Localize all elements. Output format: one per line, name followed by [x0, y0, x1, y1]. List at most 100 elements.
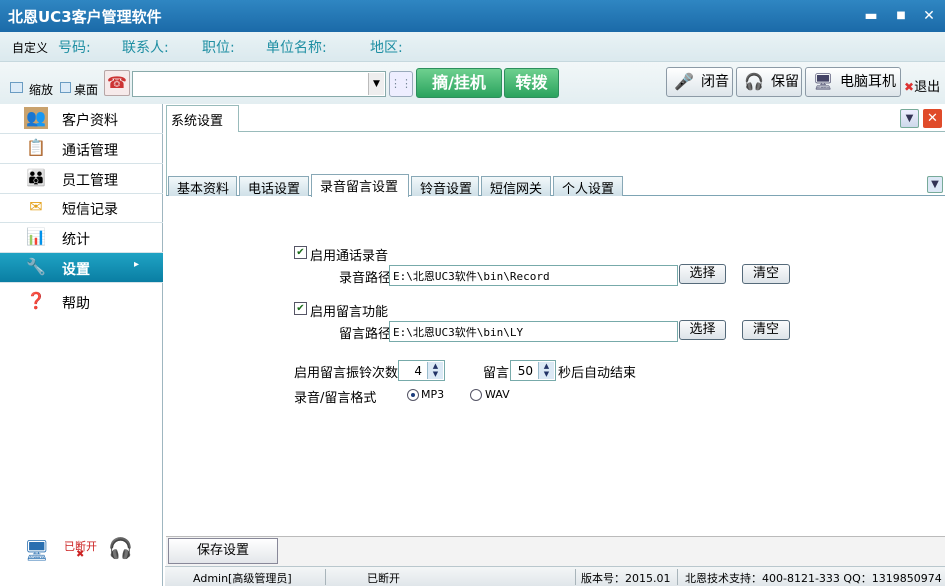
voicemail-path-input[interactable]: E:\北恩UC3软件\bin\LY [389, 321, 678, 342]
tab-ringtone-settings[interactable]: 铃音设置 [411, 176, 479, 197]
computer-icon: 🖥 [24, 538, 50, 562]
message-seconds-stepper[interactable]: 50 ▲ ▼ [510, 360, 556, 381]
position-label: 职位: [202, 40, 235, 56]
staff-icon: 👪 [26, 168, 46, 187]
desktop-icon[interactable] [60, 82, 71, 93]
sidebar-item-label: 客户资料 [62, 113, 118, 129]
sidebar-item-label: 员工管理 [62, 173, 118, 189]
wav-label[interactable]: WAV [485, 388, 510, 401]
title-bar: 北恩UC3客户管理软件 ▬ ■ ✕ [0, 0, 945, 32]
keypad-icon[interactable]: ⋮⋮ [389, 71, 413, 97]
tab-personal-settings[interactable]: 个人设置 [553, 176, 623, 197]
close-window-button[interactable]: ✕ [918, 6, 940, 26]
pc-headset-label: 电脑耳机 [840, 74, 896, 90]
tab-phone-settings[interactable]: 电话设置 [239, 176, 309, 197]
status-divider [677, 569, 678, 585]
headset-icon: 🎧 [108, 536, 133, 560]
custom-button[interactable]: 自定义 [12, 39, 48, 56]
tab-system-settings[interactable]: 系统设置 [166, 105, 239, 132]
settings-icon: 🔧 [26, 257, 46, 276]
disconnect-x-icon: ✖ [76, 549, 85, 560]
sidebar-item-help[interactable]: ❓ 帮助 [0, 287, 163, 317]
save-bar [166, 536, 945, 566]
number-label: 号码: [58, 40, 91, 56]
sidebar-item-stats[interactable]: 📊 统计 [0, 223, 163, 253]
caller-info-bar: 自定义 号码: 联系人: 职位: 单位名称: 地区: [0, 32, 945, 62]
support-label: 北恩技术支持：400-8121-333 QQ：1319850974 [685, 572, 942, 585]
recording-path-input[interactable]: E:\北恩UC3软件\bin\Record [389, 265, 678, 286]
sidebar-item-staff[interactable]: 👪 员工管理 [0, 164, 163, 194]
ring-count-stepper[interactable]: 4 ▲ ▼ [398, 360, 445, 381]
mute-button[interactable]: 🎤 闭音 [666, 67, 733, 97]
recording-path-label: 录音路径 [339, 271, 392, 286]
clear-voicemail-path-button[interactable]: 清空 [742, 320, 790, 340]
contact-label: 联系人: [122, 40, 169, 56]
exit-label: 退出 [914, 80, 941, 95]
sidebar-item-label: 短信记录 [62, 202, 118, 218]
minimize-button[interactable]: ▬ [860, 6, 882, 26]
envelope-icon: ✉ [29, 197, 43, 216]
hold-label: 保留 [771, 74, 799, 90]
chevron-right-icon: ▸ [134, 259, 140, 270]
subtab-scroll-icon[interactable]: ▼ [927, 176, 943, 193]
sidebar-item-settings[interactable]: 🔧 设置 ▸ [0, 253, 163, 283]
format-label: 录音/留言格式 [294, 391, 377, 406]
sidebar-item-sms[interactable]: ✉ 短信记录 [0, 193, 163, 223]
save-settings-button[interactable]: 保存设置 [168, 538, 278, 564]
hold-button[interactable]: 🎧 保留 [736, 67, 802, 97]
enable-voicemail-label: 启用留言功能 [310, 305, 389, 320]
enable-voicemail-checkbox[interactable]: ✔ [294, 302, 307, 315]
transfer-button[interactable]: 转拨 [504, 68, 559, 98]
region-label: 地区: [370, 40, 403, 56]
mp3-label[interactable]: MP3 [421, 388, 444, 401]
chevron-down-icon[interactable]: ▼ [900, 109, 919, 128]
window-title: 北恩UC3客户管理软件 [8, 8, 162, 26]
mp3-radio[interactable] [407, 389, 419, 401]
connection-indicator: 🖥 已断开 ✖ 🎧 [24, 534, 134, 568]
sidebar-item-label: 通话管理 [62, 143, 118, 159]
dial-dropdown-icon[interactable]: ▼ [368, 73, 384, 95]
connection-status: 已断开 [367, 572, 400, 585]
sidebar-item-label: 帮助 [62, 296, 90, 312]
status-bar: Admin[高级管理员] 已断开 版本号：2015.01 北恩技术支持：400-… [165, 566, 945, 586]
company-label: 单位名称: [266, 40, 327, 56]
hook-button[interactable]: 摘/挂机 [416, 68, 502, 98]
current-user: Admin[高级管理员] [193, 572, 292, 585]
monitor-icon: 🖥 [812, 72, 834, 91]
tab-sms-gateway[interactable]: 短信网关 [481, 176, 551, 197]
desktop-label[interactable]: 桌面 [74, 81, 98, 98]
ring-count-label: 启用留言振铃次数 [294, 366, 399, 381]
message-seconds-value: 50 [517, 364, 533, 378]
phone-icon[interactable]: ☎ [104, 70, 130, 96]
dial-number-input[interactable]: ▼ [132, 71, 386, 97]
enable-recording-label: 启用通话录音 [310, 249, 389, 264]
auto-end-label: 秒后自动结束 [558, 366, 637, 381]
enable-recording-checkbox[interactable]: ✔ [294, 246, 307, 259]
bar-chart-icon: 📊 [26, 227, 46, 246]
voicemail-path-label: 留言路径 [339, 327, 392, 342]
choose-recording-path-button[interactable]: 选择 [679, 264, 726, 284]
shrink-icon[interactable] [10, 82, 23, 93]
status-divider [575, 569, 576, 585]
help-icon: ❓ [26, 291, 46, 310]
exit-button[interactable]: ✖退出 [904, 76, 940, 95]
pc-headset-button[interactable]: 🖥 电脑耳机 [805, 67, 901, 97]
tab-basic-info[interactable]: 基本资料 [168, 176, 237, 197]
maximize-button[interactable]: ■ [890, 6, 912, 26]
message-label: 留言 [483, 366, 510, 381]
clear-recording-path-button[interactable]: 清空 [742, 264, 790, 284]
exit-icon: ✖ [904, 80, 915, 94]
choose-voicemail-path-button[interactable]: 选择 [679, 320, 726, 340]
spin-arrows-icon[interactable]: ▲ ▼ [538, 362, 554, 379]
close-tab-icon[interactable]: ✕ [923, 109, 942, 128]
spin-arrows-icon[interactable]: ▲ ▼ [427, 362, 443, 379]
mute-label: 闭音 [701, 74, 729, 90]
headphones-icon: 🎧 [744, 72, 764, 91]
sidebar-item-calls[interactable]: 📋 通话管理 [0, 134, 163, 164]
sidebar-item-customers[interactable]: 👥 客户资料 [0, 104, 163, 134]
shrink-label[interactable]: 缩放 [29, 81, 53, 98]
wav-radio[interactable] [470, 389, 482, 401]
contacts-icon: 👥 [24, 107, 48, 129]
tab-recording-settings[interactable]: 录音留言设置 [311, 174, 409, 197]
call-manage-icon: 📋 [26, 138, 46, 157]
